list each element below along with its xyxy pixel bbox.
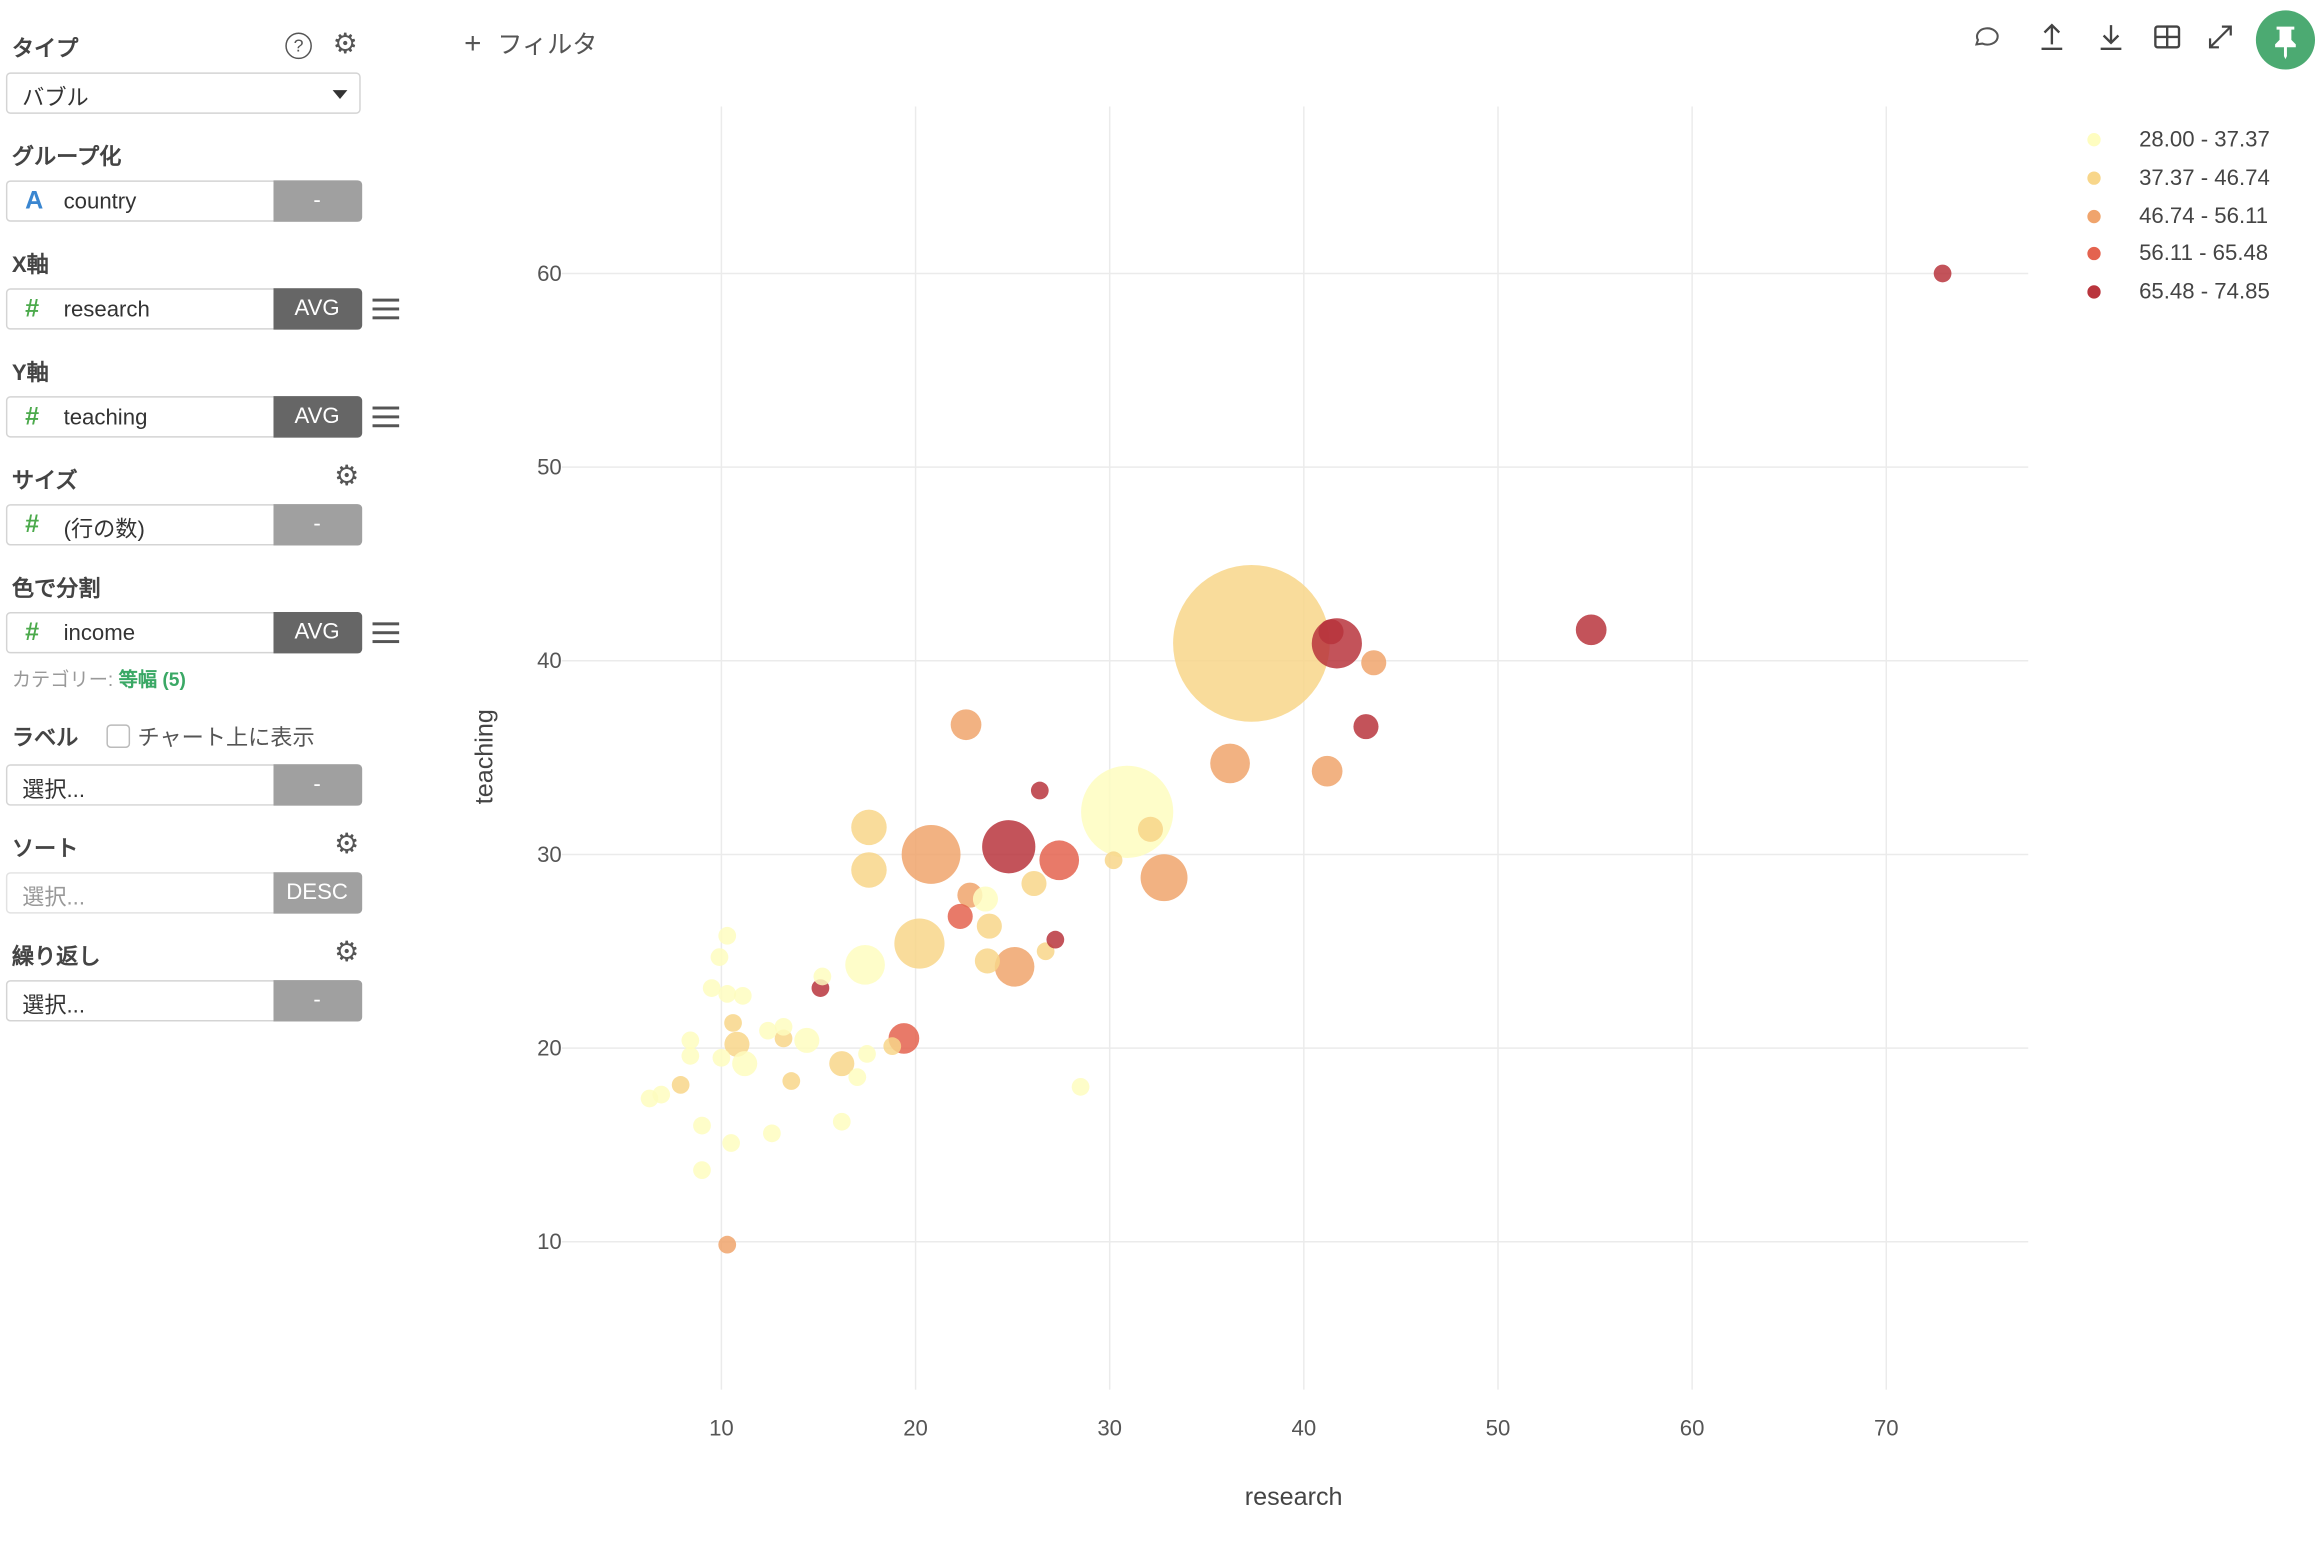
y-tick-label: 40 xyxy=(537,648,562,673)
bubble xyxy=(950,709,982,741)
bubble xyxy=(1575,614,1607,646)
bubble xyxy=(1137,816,1164,842)
bubble xyxy=(1030,781,1049,800)
bubble xyxy=(982,820,1036,874)
legend-label: 28.00 - 37.37 xyxy=(2139,127,2270,153)
bubble xyxy=(718,985,737,1003)
legend-item[interactable]: 37.37 - 46.74 xyxy=(2087,159,2270,197)
bubble xyxy=(1173,565,1330,722)
bubble xyxy=(640,1089,659,1108)
bubble xyxy=(848,1068,867,1087)
bubble xyxy=(1311,755,1343,787)
bubble-chart: 10 20 30 40 50 60 70 10 20 30 40 50 60 xyxy=(537,106,2029,1440)
bubble xyxy=(693,1161,711,1179)
bubble xyxy=(1361,650,1387,676)
bubble xyxy=(1104,851,1123,870)
legend-item[interactable]: 56.11 - 65.48 xyxy=(2087,235,2269,273)
legend-label: 46.74 - 56.11 xyxy=(2139,203,2269,229)
y-tick-label: 20 xyxy=(537,1036,562,1061)
bubble xyxy=(1046,930,1065,949)
bubble xyxy=(994,946,1035,987)
bubble xyxy=(1071,1077,1090,1096)
legend: 28.00 - 37.37 37.37 - 46.74 46.74 - 56.11 5… xyxy=(2087,121,2270,311)
bubble xyxy=(972,886,998,912)
bubble xyxy=(883,1037,902,1056)
bubble xyxy=(732,1051,758,1077)
x-tick-label: 60 xyxy=(1680,1415,1705,1440)
bubble xyxy=(724,1014,742,1032)
bubble xyxy=(763,1124,781,1143)
legend-swatch xyxy=(2087,133,2101,147)
bubble xyxy=(712,1048,731,1067)
bubble xyxy=(1318,619,1344,645)
bubble xyxy=(976,913,1002,939)
x-tick-label: 40 xyxy=(1292,1415,1317,1440)
legend-swatch xyxy=(2087,209,2101,223)
bubble xyxy=(794,1027,820,1053)
bubble xyxy=(702,979,721,997)
y-axis-title: teaching xyxy=(470,709,499,805)
legend-item[interactable]: 46.74 - 56.11 xyxy=(2087,197,2269,235)
bubble xyxy=(894,918,945,969)
bubble xyxy=(1353,714,1379,740)
bubble xyxy=(718,1235,737,1254)
legend-label: 65.48 - 74.85 xyxy=(2139,279,2270,305)
legend-swatch xyxy=(2087,171,2101,185)
legend-swatch xyxy=(2087,247,2101,261)
y-tick-label: 60 xyxy=(537,261,562,286)
bubble xyxy=(681,1031,700,1050)
bubble xyxy=(681,1046,700,1065)
legend-label: 56.11 - 65.48 xyxy=(2139,241,2269,267)
bubble xyxy=(671,1076,690,1094)
y-tick-label: 50 xyxy=(537,455,562,480)
legend-item[interactable]: 28.00 - 37.37 xyxy=(2087,121,2270,159)
bubble xyxy=(832,1112,851,1131)
bubble xyxy=(774,1017,793,1036)
x-tick-label: 30 xyxy=(1097,1415,1122,1440)
x-axis-title: research xyxy=(1244,1482,1343,1511)
bubble xyxy=(851,809,887,846)
y-tick-label: 10 xyxy=(537,1229,562,1254)
x-tick-label: 20 xyxy=(903,1415,928,1440)
bubble xyxy=(1933,264,1952,283)
x-tick-label: 50 xyxy=(1486,1415,1511,1440)
bubble xyxy=(1039,840,1080,881)
bubble xyxy=(851,852,887,888)
bubble xyxy=(858,1045,876,1063)
x-tick-label: 70 xyxy=(1874,1415,1899,1440)
bubble xyxy=(1210,743,1250,784)
legend-item[interactable]: 65.48 - 74.85 xyxy=(2087,273,2270,311)
bubble xyxy=(722,1134,740,1152)
legend-label: 37.37 - 46.74 xyxy=(2139,165,2270,191)
bubble xyxy=(718,926,737,945)
bubble xyxy=(733,986,752,1005)
bubble xyxy=(693,1116,711,1135)
bubble xyxy=(974,948,1000,974)
bubble xyxy=(710,948,729,966)
bubble xyxy=(901,825,961,884)
y-tick-label: 30 xyxy=(537,842,562,867)
bubble xyxy=(1081,765,1174,858)
bubble xyxy=(845,945,885,985)
bubble xyxy=(782,1072,801,1090)
x-tick-label: 10 xyxy=(709,1415,734,1440)
bubble xyxy=(1140,854,1188,902)
bubble xyxy=(813,967,832,986)
bubble xyxy=(759,1021,777,1040)
bubble xyxy=(947,903,973,929)
legend-swatch xyxy=(2087,285,2101,299)
bubble xyxy=(1021,870,1047,897)
